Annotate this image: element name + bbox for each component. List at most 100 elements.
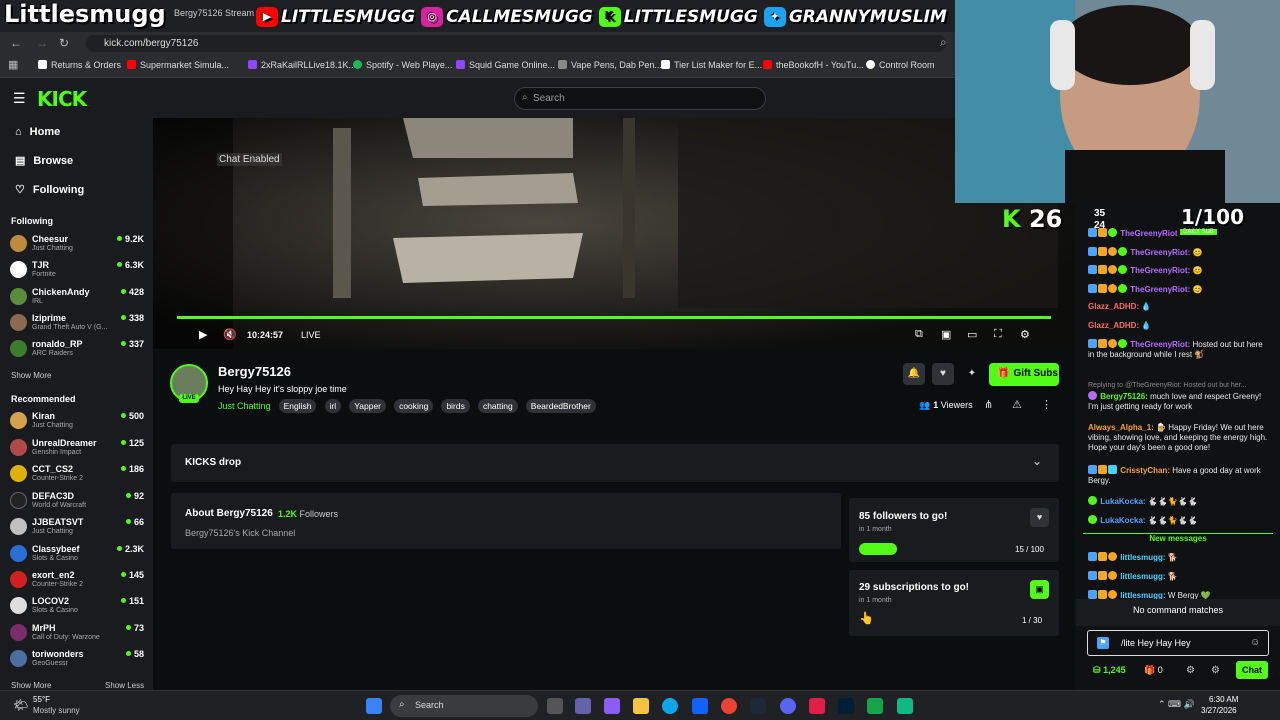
following-channel[interactable]: ronaldo_RP ARC Raiders 337: [10, 339, 144, 363]
send-chat-button[interactable]: Chat: [1236, 661, 1268, 679]
bookmark-item[interactable]: Control Room: [866, 60, 935, 70]
tray-icons[interactable]: ⌃ ⌨ 🔊: [1158, 699, 1195, 710]
show-less-recommended[interactable]: Show Less: [105, 681, 144, 690]
recommended-channel[interactable]: CCT_CS2 Counter-Strike 2 186: [10, 464, 144, 488]
bookmark-item[interactable]: 2xRaKailRLLive18.1K...: [248, 60, 356, 70]
channel-points[interactable]: ⛁ 1,245: [1093, 665, 1126, 676]
app-icon[interactable]: [897, 698, 913, 714]
gift-count[interactable]: 🎁 0: [1144, 665, 1163, 676]
discord-icon[interactable]: [780, 698, 796, 714]
kicks-drop-panel[interactable]: KICKS drop ⌄: [171, 444, 1059, 482]
show-more-recommended[interactable]: Show More: [11, 681, 51, 690]
following-channel[interactable]: Cheesur Just Chatting 9.2K: [10, 234, 144, 258]
sidebar-item-home[interactable]: ⌂ Home: [15, 126, 60, 138]
recommended-channel[interactable]: exort_en2 Counter-Strike 2 145: [10, 570, 144, 594]
sparkle-icon[interactable]: ✦: [961, 363, 983, 385]
taskbar-search[interactable]: ⌕ Search: [390, 695, 538, 717]
search-page-icon[interactable]: ⌕: [940, 35, 947, 50]
video-player[interactable]: Chat Enabled ▶ 🔇 10:24:57 LIVE ⧉ ▣ ▭ ⛶ ⚙: [153, 118, 1075, 349]
address-bar[interactable]: kick.com/bergy75126: [86, 35, 946, 52]
bookmark-item[interactable]: Returns & Orders: [38, 60, 121, 70]
tag-chip[interactable]: birds: [441, 399, 470, 413]
tag-chip[interactable]: irl: [324, 399, 342, 413]
task-view-icon[interactable]: [547, 698, 563, 714]
chat-input[interactable]: ⚑ /lite Hey Hay Hey ☺: [1087, 630, 1269, 656]
teams-icon[interactable]: [575, 698, 591, 714]
theater-icon[interactable]: ▭: [967, 328, 977, 341]
bookmark-item[interactable]: theBookofH - YouTu...: [763, 60, 864, 70]
bookmark-item[interactable]: Supermarket Simula...: [127, 60, 229, 70]
sidebar-item-browse[interactable]: ▤ Browse: [15, 154, 73, 167]
goal-progress-text: 1 / 30: [1022, 616, 1043, 625]
tag-chip[interactable]: Yapper: [349, 399, 386, 413]
tab-title[interactable]: Bergy75126 Stream: [174, 8, 254, 18]
tag-chip[interactable]: chatting: [477, 399, 518, 413]
bookmark-item[interactable]: Tier List Maker for E...: [661, 60, 762, 70]
report-icon[interactable]: ⚠: [1012, 398, 1022, 411]
edge-icon[interactable]: [662, 698, 678, 714]
recommended-channel[interactable]: DEFAC3D World of Warcraft 92: [10, 491, 144, 515]
bookmark-item[interactable]: Vape Pens, Dab Pen...: [558, 60, 662, 70]
notes-icon[interactable]: [867, 698, 883, 714]
following-channel[interactable]: ChickenAndy IRL 428: [10, 287, 144, 311]
mute-icon[interactable]: 🔇: [223, 328, 237, 341]
bookmark-item[interactable]: Spotify - Web Playe...: [353, 60, 452, 70]
reload-icon[interactable]: ↻: [59, 36, 69, 50]
apps-grid-icon[interactable]: ▦: [8, 58, 18, 71]
recommended-channel[interactable]: toriwonders GeoGuessr 58: [10, 649, 144, 673]
streamer-name[interactable]: Bergy75126: [218, 364, 291, 379]
chat-settings-icon[interactable]: ⚙: [1186, 665, 1195, 676]
new-messages-divider[interactable]: New messages: [1083, 533, 1273, 544]
forward-icon[interactable]: →: [36, 36, 48, 50]
pip-icon[interactable]: ▣: [941, 328, 951, 341]
following-channel[interactable]: Iziprime Grand Theft Auto V (G... 338: [10, 313, 144, 337]
chrome-icon[interactable]: [721, 698, 737, 714]
chat-tools-icon[interactable]: ⚙: [1211, 665, 1220, 676]
gift-subs-button[interactable]: 🎁 Gift Subs: [989, 363, 1059, 386]
category-link[interactable]: Just Chatting: [218, 401, 271, 411]
clock-time[interactable]: 6:30 AM: [1209, 695, 1238, 704]
live-progress-bar[interactable]: [177, 316, 1051, 319]
live-indicator[interactable]: LIVE: [301, 330, 321, 340]
following-channel[interactable]: TJR Fortnite 6.3K: [10, 260, 144, 284]
show-more-following[interactable]: Show More: [11, 371, 51, 380]
emote-badge-icon[interactable]: ⚑: [1097, 637, 1109, 649]
share-icon[interactable]: ⋔: [984, 398, 993, 411]
kick-logo[interactable]: KICK: [37, 87, 87, 111]
copilot-icon[interactable]: [604, 698, 620, 714]
sidebar-item-following[interactable]: ♡ Following: [15, 183, 84, 196]
recommended-channel[interactable]: Kiran Just Chatting 500: [10, 411, 144, 435]
store-icon[interactable]: [692, 698, 708, 714]
chevron-down-icon[interactable]: ⌄: [1032, 454, 1042, 468]
tag-chip[interactable]: BeardedBrother: [525, 399, 596, 413]
photoshop-icon[interactable]: [838, 698, 854, 714]
tag-chip[interactable]: cooking: [394, 399, 434, 413]
more-options-icon[interactable]: ⋮: [1041, 398, 1052, 411]
weather-temp[interactable]: 55°F: [33, 695, 50, 704]
back-icon[interactable]: ←: [10, 36, 22, 50]
recommended-channel[interactable]: JJBEATSVT Just Chatting 66: [10, 517, 144, 541]
notification-bell-icon[interactable]: 🔔: [903, 363, 925, 385]
menu-icon[interactable]: ☰: [13, 90, 26, 107]
clip-icon[interactable]: ⧉: [915, 328, 923, 341]
recommended-channel[interactable]: Classybeef Slots & Casino 2.3K: [10, 544, 144, 568]
subscribe-icon[interactable]: ▣: [1030, 580, 1049, 599]
settings-icon[interactable]: ⚙: [1020, 328, 1030, 341]
recommended-channel[interactable]: LOCOV2 Slots & Casino 151: [10, 596, 144, 620]
clock-date[interactable]: 3/27/2026: [1201, 706, 1237, 715]
windows-start-icon[interactable]: [366, 698, 382, 714]
play-icon[interactable]: ▶: [199, 328, 207, 341]
app-icon[interactable]: [809, 698, 825, 714]
recommended-channel[interactable]: MrPH Call of Duty: Warzone 73: [10, 623, 144, 647]
steam-icon[interactable]: [750, 698, 766, 714]
search-input[interactable]: ⌕ Search: [514, 87, 766, 110]
bookmark-item[interactable]: Squid Game Online...: [456, 60, 555, 70]
file-explorer-icon[interactable]: [633, 698, 649, 714]
heart-icon[interactable]: ♥: [1030, 508, 1049, 527]
tag-chip[interactable]: English: [278, 399, 317, 413]
weather-desc[interactable]: Mostly sunny: [33, 706, 80, 715]
fullscreen-icon[interactable]: ⛶: [994, 328, 1002, 341]
follow-heart-icon[interactable]: ♥: [932, 363, 954, 385]
emoji-icon[interactable]: ☺: [1250, 637, 1260, 648]
recommended-channel[interactable]: UnrealDreamer Genshin Impact 125: [10, 438, 144, 462]
